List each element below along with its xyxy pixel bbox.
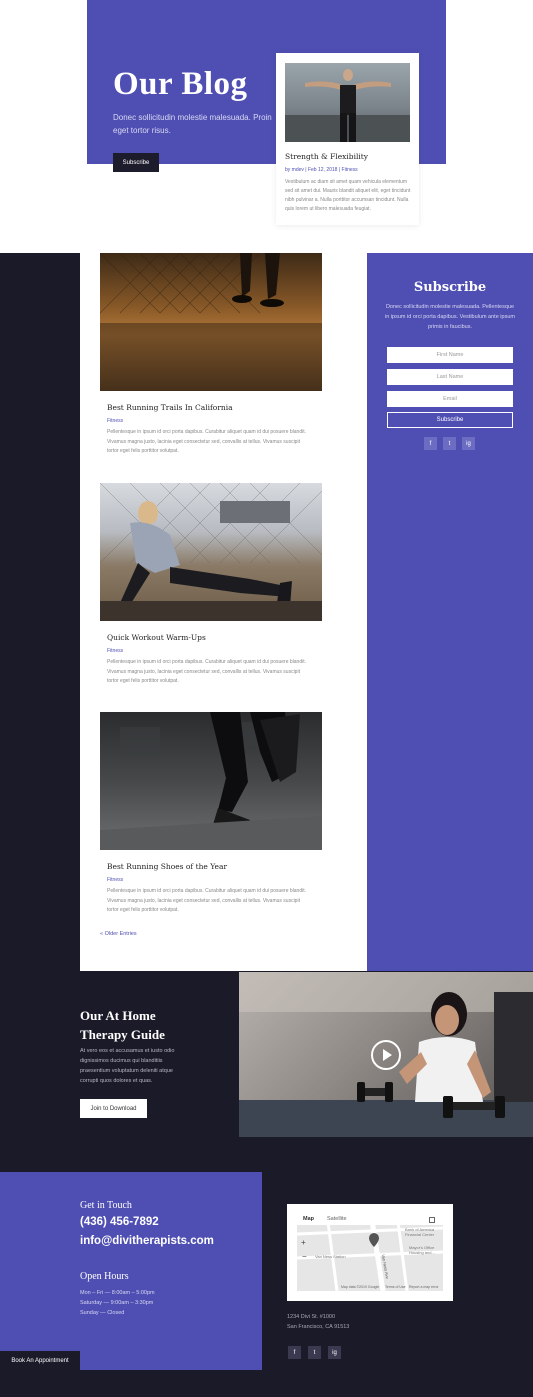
post-title[interactable]: Best Running Shoes of the Year (107, 862, 227, 871)
post-title[interactable]: Best Running Trails In California (107, 403, 233, 412)
hours-heading: Open Hours (80, 1271, 129, 1282)
map-label: Bank of America Financial Center (405, 1227, 435, 1237)
older-entries-link[interactable]: « Older Entries (100, 931, 137, 937)
contact-heading: Get in Touch (80, 1200, 132, 1211)
email-field[interactable]: Email (387, 391, 513, 407)
email-address[interactable]: info@divitherapists.com (80, 1235, 214, 1247)
fullscreen-icon[interactable] (429, 1217, 435, 1223)
subscribe-button[interactable]: Subscribe (387, 412, 513, 428)
post-category[interactable]: Fitness (107, 877, 123, 883)
play-icon[interactable] (371, 1040, 401, 1070)
address-line: San Francisco, CA 91513 (287, 1324, 350, 1330)
instagram-icon[interactable]: ig (462, 437, 475, 450)
post-image-warm-ups[interactable] (100, 483, 322, 621)
phone-number[interactable]: (436) 456-7892 (80, 1216, 159, 1228)
hours-line: Sunday — Closed (80, 1310, 125, 1316)
footer-facebook-icon[interactable]: f (288, 1346, 301, 1359)
zoom-in-button[interactable]: + (301, 1238, 306, 1247)
footer-twitter-icon[interactable]: t (308, 1346, 321, 1359)
video-player[interactable] (239, 972, 533, 1137)
post-excerpt: Pellentesque in ipsum id orci porta dapi… (107, 429, 307, 454)
featured-post-title[interactable]: Strength & Flexibility (285, 152, 368, 161)
twitter-icon[interactable]: t (443, 437, 456, 450)
featured-post-meta[interactable]: by mdev | Feb 12, 2018 | Fitness (285, 167, 358, 173)
hours-line: Mon – Fri — 8:00am – 5:00pm (80, 1290, 155, 1296)
map-terms-link[interactable]: Terms of Use (385, 1285, 406, 1289)
post-category[interactable]: Fitness (107, 648, 123, 654)
page-title: Our Blog (113, 66, 248, 102)
map-label: Van Ness Station (315, 1254, 346, 1259)
post-image-running-trails[interactable] (100, 253, 322, 391)
address-line: 1234 Divi St. #1000 (287, 1314, 336, 1320)
google-map[interactable]: Map Satellite + − Bank of America Financ… (297, 1214, 443, 1291)
map-label: Mayor's Office Housing and... (409, 1245, 435, 1255)
satellite-tab[interactable]: Satellite (327, 1216, 347, 1222)
hours-line: Saturday — 9:00am – 3:30pm (80, 1300, 154, 1306)
post-excerpt: Pellentesque in ipsum id orci porta dapi… (107, 659, 307, 684)
map-report-link[interactable]: Report a map error (409, 1285, 439, 1289)
featured-post-excerpt: Vestibulum ac diam sit amet quam vehicul… (285, 179, 411, 212)
zoom-out-button[interactable]: − (302, 1252, 307, 1261)
facebook-icon[interactable]: f (424, 437, 437, 450)
post-title[interactable]: Quick Workout Warm-Ups (107, 633, 206, 642)
featured-post-image[interactable] (285, 63, 410, 142)
book-appointment-button[interactable]: Book An Appointment (0, 1351, 80, 1370)
guide-title: Our At Home Therapy Guide (80, 1008, 165, 1042)
post-excerpt: Pellentesque in ipsum id orci porta dapi… (107, 888, 307, 913)
subscribe-title: Subscribe (413, 280, 487, 295)
join-download-button[interactable]: Join to Download (80, 1099, 147, 1118)
post-image-running-shoes[interactable] (100, 712, 322, 850)
map-credit: Map data ©2019 Google (341, 1285, 380, 1289)
map-tab[interactable]: Map (303, 1216, 314, 1222)
footer-instagram-icon[interactable]: ig (328, 1346, 341, 1359)
hero-subscribe-button[interactable]: Subscribe (113, 153, 159, 172)
hero-subtitle: Donec sollicitudin molestie malesuada. P… (113, 113, 272, 135)
first-name-field[interactable]: First Name (387, 347, 513, 363)
last-name-field[interactable]: Last Name (387, 369, 513, 385)
post-category[interactable]: Fitness (107, 418, 123, 424)
subscribe-text: Donec sollicitudin molestie malesuada. P… (385, 304, 515, 330)
guide-text: At vero eos et accusamus et iusto odio d… (80, 1048, 175, 1084)
